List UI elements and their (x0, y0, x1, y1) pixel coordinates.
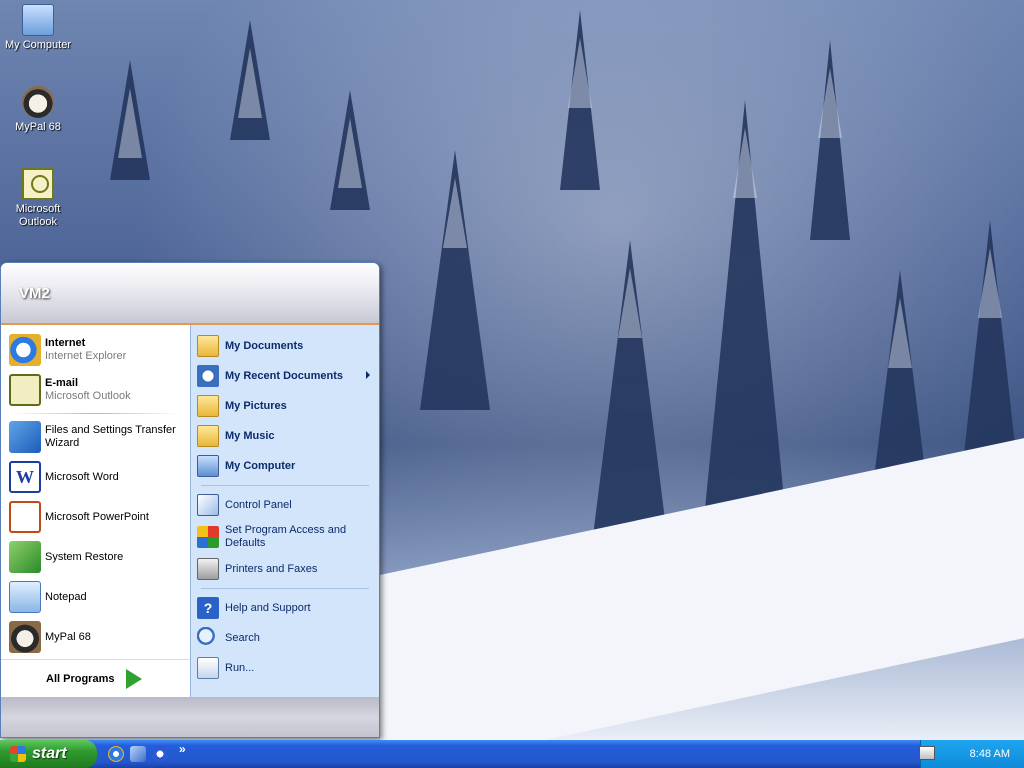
tools-item-search[interactable]: Search (191, 623, 379, 653)
recent-item-mypal[interactable]: MyPal 68 (1, 617, 190, 657)
word-icon: W (9, 461, 41, 493)
places-item-label: My Music (225, 429, 275, 442)
pinned-item-subtitle: Microsoft Outlook (45, 390, 131, 402)
tools-item-label: Search (225, 631, 260, 644)
quicklaunch-overflow-button[interactable]: » (179, 742, 186, 756)
control-panel-icon (197, 494, 219, 516)
recent-item-label: MyPal 68 (45, 630, 91, 643)
separator (11, 413, 180, 414)
mypal-icon (9, 621, 41, 653)
wallpaper-tree (110, 60, 150, 180)
wallpaper-tree (330, 90, 370, 210)
settings-item-label: Printers and Faxes (225, 562, 318, 575)
start-menu: VM2 Internet Internet Explorer E-mail Mi… (0, 262, 380, 738)
taskbar: start » 8:48 AM (0, 740, 1024, 768)
pictures-folder-icon (197, 395, 219, 417)
recent-documents-icon (197, 365, 219, 387)
places-item-label: My Recent Documents (225, 369, 343, 382)
desktop-icon-outlook[interactable]: Microsoft Outlook (0, 168, 76, 229)
quicklaunch-ie-icon[interactable] (108, 746, 124, 762)
recent-item-label: Files and Settings Transfer Wizard (45, 424, 176, 449)
desktop-icon-my-computer[interactable]: My Computer (0, 4, 76, 52)
desktop-icon-mypal[interactable]: MyPal 68 (0, 86, 76, 134)
recent-item-label: Microsoft Word (45, 470, 119, 483)
arrow-right-icon (126, 668, 143, 689)
start-menu-programs-pane: Internet Internet Explorer E-mail Micros… (1, 325, 190, 697)
separator (201, 588, 369, 589)
transfer-wizard-icon (9, 421, 41, 453)
pinned-item-email[interactable]: E-mail Microsoft Outlook (1, 370, 190, 410)
quicklaunch-media-player-icon[interactable] (152, 746, 168, 762)
tools-item-help[interactable]: ? Help and Support (191, 593, 379, 623)
start-button-label: start (32, 745, 67, 762)
search-icon (197, 627, 219, 649)
separator (201, 485, 369, 486)
outlook-icon (9, 374, 41, 406)
recent-item-system-restore[interactable]: System Restore (1, 537, 190, 577)
places-item-recent-documents[interactable]: My Recent Documents (191, 361, 379, 391)
recent-item-transfer-wizard[interactable]: Files and Settings Transfer Wizard (1, 417, 190, 457)
system-restore-icon (9, 541, 41, 573)
pinned-item-title: Internet (45, 337, 86, 349)
music-folder-icon (197, 425, 219, 447)
pinned-item-internet[interactable]: Internet Internet Explorer (1, 330, 190, 370)
all-programs-button[interactable]: All Programs (1, 659, 190, 697)
outlook-icon (22, 168, 54, 200)
start-menu-footer (1, 697, 379, 737)
system-tray: 8:48 AM (920, 740, 1024, 768)
settings-item-program-access[interactable]: Set Program Access and Defaults (191, 520, 379, 554)
computer-icon (197, 455, 219, 477)
desktop-icon-label: MyPal 68 (15, 121, 61, 133)
desktop-icon-label: My Computer (4, 39, 72, 51)
places-item-my-documents[interactable]: My Documents (191, 331, 379, 361)
notepad-icon (9, 581, 41, 613)
places-item-my-music[interactable]: My Music (191, 421, 379, 451)
ie-icon (9, 334, 41, 366)
start-menu-header: VM2 (1, 263, 379, 325)
keyboard-layout-icon[interactable] (919, 746, 935, 760)
mypal-icon (22, 86, 54, 118)
run-icon (197, 657, 219, 679)
recent-item-label: System Restore (45, 550, 124, 563)
recent-item-notepad[interactable]: Notepad (1, 577, 190, 617)
program-access-icon (197, 526, 219, 548)
recent-item-powerpoint[interactable]: Microsoft PowerPoint (1, 497, 190, 537)
wallpaper-tree (230, 20, 270, 140)
wallpaper-tree (590, 240, 670, 560)
pinned-item-subtitle: Internet Explorer (45, 350, 127, 362)
desktop-icon-label: Microsoft Outlook (15, 203, 61, 228)
recent-item-label: Notepad (45, 590, 87, 603)
tray-clock[interactable]: 8:48 AM (970, 748, 1010, 760)
settings-item-label: Control Panel (225, 498, 292, 511)
settings-item-printers[interactable]: Printers and Faxes (191, 554, 379, 584)
settings-item-control-panel[interactable]: Control Panel (191, 490, 379, 520)
settings-item-label: Set Program Access and Defaults (225, 524, 347, 549)
places-item-label: My Pictures (225, 399, 287, 412)
places-item-my-pictures[interactable]: My Pictures (191, 391, 379, 421)
places-item-label: My Computer (225, 459, 296, 472)
wallpaper-tree (810, 40, 850, 240)
tools-item-run[interactable]: Run... (191, 653, 379, 683)
places-item-my-computer[interactable]: My Computer (191, 451, 379, 481)
help-icon: ? (197, 597, 219, 619)
documents-folder-icon (197, 335, 219, 357)
wallpaper-tree (560, 10, 600, 190)
submenu-arrow-icon (366, 371, 370, 379)
tools-item-label: Run... (225, 661, 255, 674)
places-item-label: My Documents (225, 339, 304, 352)
pinned-item-title: E-mail (45, 377, 79, 389)
user-name: VM2 (19, 284, 50, 302)
recent-item-label: Microsoft PowerPoint (45, 510, 149, 523)
powerpoint-icon (9, 501, 41, 533)
start-button[interactable]: start (0, 740, 97, 768)
start-menu-places-pane: My Documents My Recent Documents My Pict… (190, 325, 379, 697)
tools-item-label: Help and Support (225, 601, 311, 614)
quicklaunch-browser-icon[interactable] (130, 746, 146, 762)
wallpaper-tree (420, 150, 490, 410)
my-computer-icon (22, 4, 54, 36)
all-programs-label: All Programs (46, 672, 115, 685)
windows-logo-icon (10, 746, 26, 762)
recent-item-word[interactable]: W Microsoft Word (1, 457, 190, 497)
printer-icon (197, 558, 219, 580)
